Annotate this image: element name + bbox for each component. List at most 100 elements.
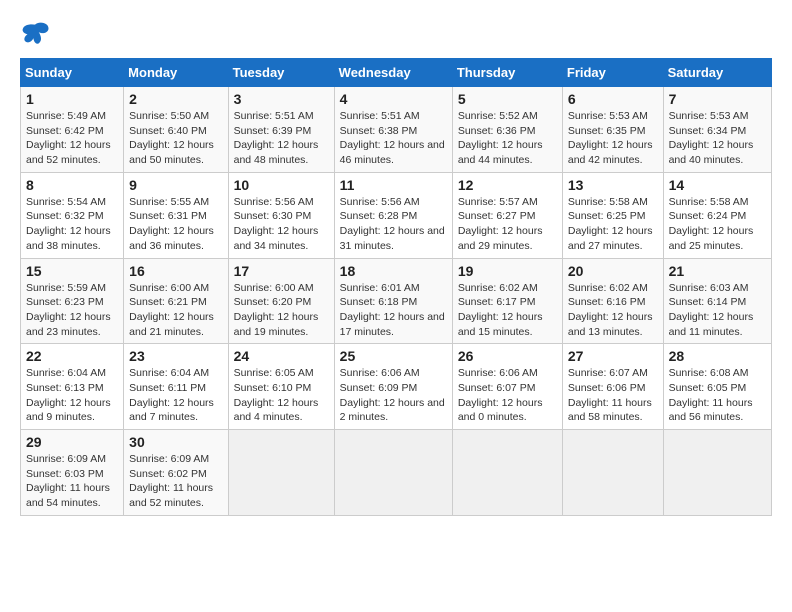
calendar-cell: 3Sunrise: 5:51 AMSunset: 6:39 PMDaylight… xyxy=(228,87,334,173)
day-info: Sunrise: 5:56 AMSunset: 6:28 PMDaylight:… xyxy=(340,195,447,254)
day-info: Sunrise: 5:55 AMSunset: 6:31 PMDaylight:… xyxy=(129,195,222,254)
calendar-cell xyxy=(334,430,452,516)
day-number: 19 xyxy=(458,263,557,279)
day-info: Sunrise: 6:00 AMSunset: 6:21 PMDaylight:… xyxy=(129,281,222,340)
calendar-header-friday: Friday xyxy=(562,59,663,87)
calendar-cell: 29 Sunrise: 6:09 AMSunset: 6:03 PMDayligh… xyxy=(21,430,124,516)
day-info: Sunrise: 5:56 AMSunset: 6:30 PMDaylight:… xyxy=(234,195,329,254)
calendar-cell: 13 Sunrise: 5:58 AMSunset: 6:25 PMDayligh… xyxy=(562,172,663,258)
day-info: Sunrise: 5:53 AMSunset: 6:34 PMDaylight:… xyxy=(669,109,766,168)
day-number: 17 xyxy=(234,263,329,279)
calendar-cell: 10 Sunrise: 5:56 AMSunset: 6:30 PMDayligh… xyxy=(228,172,334,258)
day-info: Sunrise: 5:57 AMSunset: 6:27 PMDaylight:… xyxy=(458,195,557,254)
day-info: Sunrise: 5:49 AMSunset: 6:42 PMDaylight:… xyxy=(26,109,118,168)
day-number: 29 xyxy=(26,434,118,450)
day-info: Sunrise: 6:02 AMSunset: 6:16 PMDaylight:… xyxy=(568,281,658,340)
header xyxy=(20,20,772,48)
calendar-cell xyxy=(562,430,663,516)
calendar-cell: 4 Sunrise: 5:51 AMSunset: 6:38 PMDaylight… xyxy=(334,87,452,173)
calendar-week-4: 22 Sunrise: 6:04 AMSunset: 6:13 PMDayligh… xyxy=(21,344,772,430)
day-number: 6 xyxy=(568,91,658,107)
calendar-cell: 20 Sunrise: 6:02 AMSunset: 6:16 PMDayligh… xyxy=(562,258,663,344)
calendar-cell: 30Sunrise: 6:09 AMSunset: 6:02 PMDayligh… xyxy=(124,430,228,516)
day-number: 11 xyxy=(340,177,447,193)
calendar-table: SundayMondayTuesdayWednesdayThursdayFrid… xyxy=(20,58,772,516)
day-number: 8 xyxy=(26,177,118,193)
calendar-cell: 5Sunrise: 5:52 AMSunset: 6:36 PMDaylight… xyxy=(452,87,562,173)
day-info: Sunrise: 5:54 AMSunset: 6:32 PMDaylight:… xyxy=(26,195,118,254)
logo xyxy=(20,20,54,48)
day-number: 7 xyxy=(669,91,766,107)
calendar-cell xyxy=(452,430,562,516)
day-info: Sunrise: 6:00 AMSunset: 6:20 PMDaylight:… xyxy=(234,281,329,340)
day-number: 16 xyxy=(129,263,222,279)
day-number: 1 xyxy=(26,91,118,107)
calendar-week-1: 1 Sunrise: 5:49 AMSunset: 6:42 PMDaylight… xyxy=(21,87,772,173)
calendar-cell: 26 Sunrise: 6:06 AMSunset: 6:07 PMDayligh… xyxy=(452,344,562,430)
calendar-cell: 16 Sunrise: 6:00 AMSunset: 6:21 PMDayligh… xyxy=(124,258,228,344)
calendar-cell: 9 Sunrise: 5:55 AMSunset: 6:31 PMDaylight… xyxy=(124,172,228,258)
calendar-header-sunday: Sunday xyxy=(21,59,124,87)
calendar-cell: 6Sunrise: 5:53 AMSunset: 6:35 PMDaylight… xyxy=(562,87,663,173)
day-number: 5 xyxy=(458,91,557,107)
day-info: Sunrise: 6:04 AMSunset: 6:11 PMDaylight:… xyxy=(129,366,222,425)
calendar-cell: 14 Sunrise: 5:58 AMSunset: 6:24 PMDayligh… xyxy=(663,172,771,258)
day-info: Sunrise: 5:50 AMSunset: 6:40 PMDaylight:… xyxy=(129,109,222,168)
day-number: 2 xyxy=(129,91,222,107)
day-info: Sunrise: 6:07 AMSunset: 6:06 PMDaylight:… xyxy=(568,366,658,425)
day-number: 9 xyxy=(129,177,222,193)
day-number: 21 xyxy=(669,263,766,279)
calendar-cell: 27 Sunrise: 6:07 AMSunset: 6:06 PMDayligh… xyxy=(562,344,663,430)
day-number: 30 xyxy=(129,434,222,450)
day-number: 25 xyxy=(340,348,447,364)
calendar-cell: 24 Sunrise: 6:05 AMSunset: 6:10 PMDayligh… xyxy=(228,344,334,430)
calendar-cell: 28Sunrise: 6:08 AMSunset: 6:05 PMDayligh… xyxy=(663,344,771,430)
day-number: 12 xyxy=(458,177,557,193)
calendar-header-wednesday: Wednesday xyxy=(334,59,452,87)
day-number: 15 xyxy=(26,263,118,279)
day-number: 14 xyxy=(669,177,766,193)
day-info: Sunrise: 5:58 AMSunset: 6:25 PMDaylight:… xyxy=(568,195,658,254)
day-info: Sunrise: 6:09 AMSunset: 6:03 PMDaylight:… xyxy=(26,452,118,511)
calendar-cell xyxy=(663,430,771,516)
calendar-week-2: 8 Sunrise: 5:54 AMSunset: 6:32 PMDaylight… xyxy=(21,172,772,258)
calendar-cell: 11 Sunrise: 5:56 AMSunset: 6:28 PMDayligh… xyxy=(334,172,452,258)
calendar-week-5: 29 Sunrise: 6:09 AMSunset: 6:03 PMDayligh… xyxy=(21,430,772,516)
day-info: Sunrise: 6:06 AMSunset: 6:09 PMDaylight:… xyxy=(340,366,447,425)
day-number: 4 xyxy=(340,91,447,107)
day-info: Sunrise: 6:02 AMSunset: 6:17 PMDaylight:… xyxy=(458,281,557,340)
day-info: Sunrise: 5:58 AMSunset: 6:24 PMDaylight:… xyxy=(669,195,766,254)
calendar-header-saturday: Saturday xyxy=(663,59,771,87)
day-info: Sunrise: 6:03 AMSunset: 6:14 PMDaylight:… xyxy=(669,281,766,340)
day-number: 23 xyxy=(129,348,222,364)
day-info: Sunrise: 6:04 AMSunset: 6:13 PMDaylight:… xyxy=(26,366,118,425)
day-info: Sunrise: 5:59 AMSunset: 6:23 PMDaylight:… xyxy=(26,281,118,340)
calendar-week-3: 15 Sunrise: 5:59 AMSunset: 6:23 PMDayligh… xyxy=(21,258,772,344)
calendar-cell: 18Sunrise: 6:01 AMSunset: 6:18 PMDayligh… xyxy=(334,258,452,344)
day-number: 24 xyxy=(234,348,329,364)
calendar-cell: 17 Sunrise: 6:00 AMSunset: 6:20 PMDayligh… xyxy=(228,258,334,344)
calendar-header-thursday: Thursday xyxy=(452,59,562,87)
day-info: Sunrise: 6:05 AMSunset: 6:10 PMDaylight:… xyxy=(234,366,329,425)
calendar-cell: 2 Sunrise: 5:50 AMSunset: 6:40 PMDaylight… xyxy=(124,87,228,173)
calendar-cell xyxy=(228,430,334,516)
day-number: 20 xyxy=(568,263,658,279)
day-number: 10 xyxy=(234,177,329,193)
calendar-cell: 19 Sunrise: 6:02 AMSunset: 6:17 PMDayligh… xyxy=(452,258,562,344)
day-info: Sunrise: 5:51 AMSunset: 6:38 PMDaylight:… xyxy=(340,109,447,168)
day-number: 13 xyxy=(568,177,658,193)
day-number: 22 xyxy=(26,348,118,364)
calendar-cell: 23 Sunrise: 6:04 AMSunset: 6:11 PMDayligh… xyxy=(124,344,228,430)
calendar-cell: 25 Sunrise: 6:06 AMSunset: 6:09 PMDayligh… xyxy=(334,344,452,430)
calendar-header-row: SundayMondayTuesdayWednesdayThursdayFrid… xyxy=(21,59,772,87)
calendar-cell: 1 Sunrise: 5:49 AMSunset: 6:42 PMDaylight… xyxy=(21,87,124,173)
day-number: 27 xyxy=(568,348,658,364)
logo-icon xyxy=(20,20,50,48)
day-number: 26 xyxy=(458,348,557,364)
day-info: Sunrise: 6:06 AMSunset: 6:07 PMDaylight:… xyxy=(458,366,557,425)
day-info: Sunrise: 5:51 AMSunset: 6:39 PMDaylight:… xyxy=(234,109,329,168)
day-info: Sunrise: 6:08 AMSunset: 6:05 PMDaylight:… xyxy=(669,366,766,425)
calendar-cell: 15 Sunrise: 5:59 AMSunset: 6:23 PMDayligh… xyxy=(21,258,124,344)
calendar-cell: 21 Sunrise: 6:03 AMSunset: 6:14 PMDayligh… xyxy=(663,258,771,344)
calendar-cell: 12 Sunrise: 5:57 AMSunset: 6:27 PMDayligh… xyxy=(452,172,562,258)
